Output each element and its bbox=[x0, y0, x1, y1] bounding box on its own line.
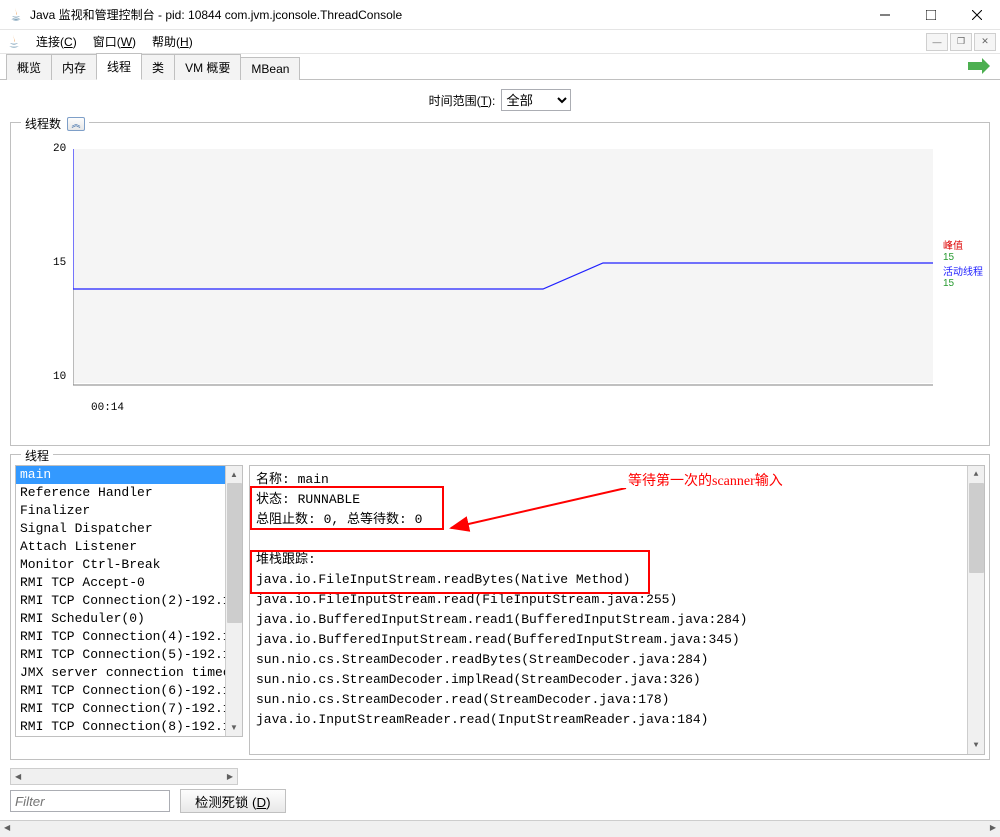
maximize-button[interactable] bbox=[908, 0, 954, 30]
annotation-text: 等待第一次的scanner输入 bbox=[628, 472, 783, 492]
sub-restore-button[interactable]: ❐ bbox=[950, 33, 972, 51]
stack-line: java.io.InputStreamReader.read(InputStre… bbox=[256, 710, 978, 730]
menu-connect[interactable]: 连接(C) bbox=[28, 31, 85, 53]
thread-item[interactable]: RMI TCP Connection(6)-192.168 bbox=[16, 682, 242, 700]
thread-item[interactable]: RMI TCP Connection(2)-192.168 bbox=[16, 592, 242, 610]
thread-item[interactable]: RMI Scheduler(0) bbox=[16, 610, 242, 628]
stack-trace: java.io.FileInputStream.readBytes(Native… bbox=[256, 570, 978, 730]
filter-input[interactable] bbox=[10, 790, 170, 812]
threads-panel: 线程 mainReference HandlerFinalizerSignal … bbox=[10, 454, 990, 760]
detect-deadlock-button[interactable]: 检测死锁 (D) bbox=[180, 789, 286, 813]
sub-close-button[interactable]: ✕ bbox=[974, 33, 996, 51]
tab-mbeans[interactable]: MBean bbox=[240, 57, 300, 80]
sub-minimize-button[interactable]: — bbox=[926, 33, 948, 51]
scroll-up-icon[interactable]: ▲ bbox=[968, 466, 984, 483]
chart-title: 线程数 bbox=[25, 115, 61, 132]
thread-list[interactable]: mainReference HandlerFinalizerSignal Dis… bbox=[15, 465, 243, 737]
scroll-thumb[interactable] bbox=[969, 483, 984, 573]
menubar: 连接(C) 窗口(W) 帮助(H) — ❐ ✕ bbox=[0, 30, 1000, 54]
thread-item[interactable]: RMI TCP Connection(5)-192.168 bbox=[16, 646, 242, 664]
chart-section: 线程数 ︽ 20 15 10 00:14 峰值 15 活动线程 15 bbox=[10, 122, 990, 446]
thread-item[interactable]: JMX server connection timeout bbox=[16, 664, 242, 682]
thread-item[interactable]: Signal Dispatcher bbox=[16, 520, 242, 538]
chart-svg bbox=[73, 141, 973, 396]
thread-detail-pane: 名称: main 状态: RUNNABLE 总阻止数: 0, 总等待数: 0 堆… bbox=[249, 465, 985, 755]
thread-item[interactable]: main bbox=[16, 466, 242, 484]
chart-series-labels: 峰值 15 活动线程 15 bbox=[943, 237, 983, 289]
stack-trace-label: 堆栈跟踪: bbox=[256, 550, 978, 570]
stack-line: java.io.BufferedInputStream.read(Buffere… bbox=[256, 630, 978, 650]
thread-item[interactable]: Reference Handler bbox=[16, 484, 242, 502]
tab-vm-summary[interactable]: VM 概要 bbox=[174, 54, 241, 80]
thread-item[interactable]: RMI TCP Connection(8)-192.168 bbox=[16, 718, 242, 736]
stack-line: sun.nio.cs.StreamDecoder.implRead(Stream… bbox=[256, 670, 978, 690]
sub-window-controls: — ❐ ✕ bbox=[926, 33, 996, 51]
time-range-select[interactable]: 全部 bbox=[501, 89, 571, 111]
tabbar: 概览 内存 线程 类 VM 概要 MBean bbox=[0, 54, 1000, 80]
thread-list-hscroll[interactable]: ◀▶ bbox=[10, 768, 238, 785]
detail-scrollbar[interactable]: ▲ ▼ bbox=[967, 466, 984, 754]
scroll-down-icon[interactable]: ▼ bbox=[968, 737, 984, 754]
menu-help[interactable]: 帮助(H) bbox=[144, 31, 201, 53]
java-icon bbox=[6, 34, 22, 50]
thread-item[interactable]: Monitor Ctrl-Break bbox=[16, 556, 242, 574]
tab-memory[interactable]: 内存 bbox=[51, 54, 97, 80]
thread-list-scrollbar[interactable]: ▲ ▼ bbox=[225, 466, 242, 736]
scroll-down-icon[interactable]: ▼ bbox=[226, 719, 242, 736]
chart-legend: 线程数 ︽ bbox=[21, 115, 89, 132]
stack-line: java.io.BufferedInputStream.read1(Buffer… bbox=[256, 610, 978, 630]
java-icon bbox=[8, 7, 24, 23]
detail-counts-row: 总阻止数: 0, 总等待数: 0 bbox=[256, 510, 978, 530]
window-controls bbox=[862, 0, 1000, 30]
window-hscroll[interactable]: ◀▶ bbox=[0, 820, 1000, 837]
titlebar: Java 监视和管理控制台 - pid: 10844 com.jvm.jcons… bbox=[0, 0, 1000, 30]
window-title: Java 监视和管理控制台 - pid: 10844 com.jvm.jcons… bbox=[30, 6, 862, 23]
time-range-row: 时间范围(T): 全部 bbox=[0, 80, 1000, 120]
y-tick-20: 20 bbox=[53, 143, 66, 155]
threads-panel-label: 线程 bbox=[21, 447, 53, 464]
thread-item[interactable]: RMI TCP Connection(7)-192.168 bbox=[16, 700, 242, 718]
thread-item[interactable]: Attach Listener bbox=[16, 538, 242, 556]
stack-line: sun.nio.cs.StreamDecoder.read(StreamDeco… bbox=[256, 690, 978, 710]
detail-name-row: 名称: main bbox=[256, 470, 978, 490]
x-tick: 00:14 bbox=[91, 402, 124, 414]
y-tick-10: 10 bbox=[53, 371, 66, 383]
y-tick-15: 15 bbox=[53, 257, 66, 269]
thread-item[interactable]: RMI TCP Accept-0 bbox=[16, 574, 242, 592]
time-range-label: 时间范围(T): bbox=[429, 92, 496, 109]
thread-item[interactable]: Finalizer bbox=[16, 502, 242, 520]
stack-line: sun.nio.cs.StreamDecoder.readBytes(Strea… bbox=[256, 650, 978, 670]
tab-overview[interactable]: 概览 bbox=[6, 54, 52, 80]
menu-window[interactable]: 窗口(W) bbox=[85, 31, 144, 53]
tab-threads[interactable]: 线程 bbox=[96, 53, 142, 80]
scroll-thumb[interactable] bbox=[227, 483, 242, 623]
scroll-up-icon[interactable]: ▲ bbox=[226, 466, 242, 483]
connection-status-icon bbox=[968, 58, 990, 74]
chart-collapse-button[interactable]: ︽ bbox=[67, 117, 85, 131]
stack-line: java.io.FileInputStream.read(FileInputSt… bbox=[256, 590, 978, 610]
thread-item[interactable]: RMI TCP Connection(4)-192.168 bbox=[16, 628, 242, 646]
stack-line: java.io.FileInputStream.readBytes(Native… bbox=[256, 570, 978, 590]
close-button[interactable] bbox=[954, 0, 1000, 30]
minimize-button[interactable] bbox=[862, 0, 908, 30]
bottom-section: 线程 mainReference HandlerFinalizerSignal … bbox=[10, 454, 990, 813]
filter-row: 检测死锁 (D) bbox=[10, 789, 990, 813]
detail-state-row: 状态: RUNNABLE bbox=[256, 490, 978, 510]
chart-area[interactable]: 20 15 10 00:14 峰值 15 活动线程 15 bbox=[29, 141, 979, 396]
tab-classes[interactable]: 类 bbox=[141, 54, 175, 80]
